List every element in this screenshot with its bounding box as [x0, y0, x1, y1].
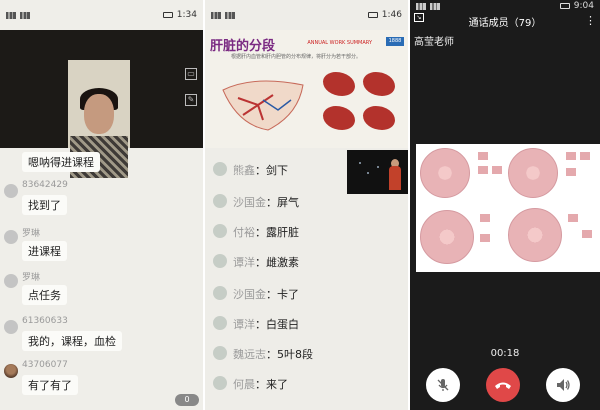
- avatar[interactable]: [213, 376, 227, 390]
- shared-slide[interactable]: 肝脏的分段 ANNUAL WORK SUMMARY 1888 根据肝内血管和肝内…: [205, 30, 408, 148]
- unread-counter[interactable]: 0: [175, 394, 199, 406]
- battery-icon: [559, 3, 570, 9]
- blood-smear-image: [420, 210, 474, 264]
- blood-smear-image: [508, 208, 562, 262]
- presenter-pip-video[interactable]: [347, 150, 408, 194]
- liver-image: [323, 72, 355, 96]
- message-line: 沙国金：卡了: [233, 288, 299, 301]
- speaker-name: 高莹老师: [414, 37, 454, 48]
- liver-image: [363, 106, 395, 130]
- chat-screen-middle: 1:46 肝脏的分段 ANNUAL WORK SUMMARY 1888 根据肝内…: [205, 0, 408, 410]
- message-line: 付裕：露肝脏: [233, 226, 299, 239]
- message-bubble: 有了有了: [22, 375, 78, 395]
- status-time: 9:04: [573, 1, 594, 11]
- slide-tag: ANNUAL WORK SUMMARY: [307, 40, 372, 46]
- avatar[interactable]: [213, 346, 227, 360]
- slide-badge: 1888: [386, 37, 404, 46]
- avatar[interactable]: [213, 286, 227, 300]
- call-members-title[interactable]: 通话成员（79）: [410, 14, 600, 29]
- blood-smear-image: [420, 148, 470, 198]
- status-bar: 9:04: [410, 0, 600, 12]
- more-icon[interactable]: ⋮: [585, 14, 596, 27]
- thumbnail: [478, 152, 488, 160]
- status-right: 1:46: [367, 10, 402, 20]
- status-signal: [6, 11, 30, 19]
- mic-off-icon: [437, 379, 449, 391]
- message-bubble: 嗯呐得进课程: [22, 152, 100, 172]
- thumbnail: [566, 168, 576, 176]
- speaker-icon: [557, 379, 570, 391]
- status-time: 1:46: [381, 10, 402, 20]
- speaker-button[interactable]: [546, 368, 580, 402]
- avatar[interactable]: [4, 184, 18, 198]
- shared-screen[interactable]: [416, 144, 600, 272]
- avatar[interactable]: [213, 316, 227, 330]
- hang-up-button[interactable]: [486, 368, 520, 402]
- screenshot-collage: 1:34 ▭ ✎ 嗯呐得进课程 83642429 找到了 罗琳 进课程 罗琳 点…: [0, 0, 600, 410]
- presenter-face: [84, 94, 114, 134]
- liver-image: [363, 72, 395, 96]
- presenter-body: [389, 166, 401, 190]
- blood-smear-image: [508, 148, 558, 198]
- status-bar: 1:34: [0, 0, 203, 30]
- liver-diagram: [222, 80, 304, 131]
- status-time: 1:34: [176, 10, 197, 20]
- status-signal: [416, 2, 440, 10]
- thumbnail: [566, 152, 576, 160]
- thumbnail: [478, 166, 488, 174]
- avatar[interactable]: [4, 230, 18, 244]
- message-line: 谭洋：白蛋白: [233, 318, 299, 331]
- slide-title: 肝脏的分段: [210, 39, 276, 54]
- mute-button[interactable]: [426, 368, 460, 402]
- thumbnail: [582, 230, 592, 238]
- battery-icon: [162, 12, 173, 18]
- message-line: 何晨：来了: [233, 378, 288, 391]
- message-line: 熊鑫：剑下: [233, 164, 288, 177]
- avatar[interactable]: [4, 274, 18, 288]
- status-right: 9:04: [559, 1, 594, 11]
- slide-subtitle: 根据肝内血管和肝内胆管的分布规律，将肝分为若干部分。: [231, 54, 362, 60]
- sender-name: 罗琳: [22, 273, 41, 283]
- status-bar: 1:46: [205, 0, 408, 30]
- sender-name: 83642429: [22, 180, 68, 190]
- sender-name: 罗琳: [22, 229, 41, 239]
- avatar[interactable]: [4, 364, 18, 378]
- status-signal: [211, 11, 235, 19]
- status-right: 1:34: [162, 10, 197, 20]
- presenter-video[interactable]: ▭ ✎: [0, 30, 203, 178]
- message-line: 谭洋：雌激素: [233, 256, 299, 269]
- phone-hangup-icon: [495, 382, 511, 389]
- thumbnail: [492, 166, 502, 174]
- liver-image: [323, 106, 355, 130]
- thumbnail: [568, 214, 578, 222]
- message-line: 魏远志：5叶8段: [233, 348, 313, 361]
- thumbnail: [480, 214, 490, 222]
- voice-call-screen: 9:04 ↘ 通话成员（79） ⋮ 高莹老师 00:18: [410, 0, 600, 410]
- avatar[interactable]: [213, 162, 227, 176]
- sender-name: 43706077: [22, 360, 68, 370]
- message-bubble: 进课程: [22, 241, 67, 261]
- message-bubble: 找到了: [22, 195, 67, 215]
- thumbnail: [480, 234, 490, 242]
- battery-icon: [367, 12, 378, 18]
- avatar[interactable]: [213, 254, 227, 268]
- thumbnail: [580, 152, 590, 160]
- avatar[interactable]: [213, 224, 227, 238]
- avatar[interactable]: [4, 320, 18, 334]
- sender-name: 61360633: [22, 316, 68, 326]
- message-line: 沙国金：屏气: [233, 196, 299, 209]
- call-timer: 00:18: [490, 348, 520, 359]
- avatar[interactable]: [213, 194, 227, 208]
- message-bubble: 我的，课程，血检: [22, 331, 122, 351]
- message-bubble: 点任务: [22, 285, 67, 305]
- screenshot-icon[interactable]: ▭: [185, 68, 197, 80]
- edit-icon[interactable]: ✎: [185, 94, 197, 106]
- chat-screen-left: 1:34 ▭ ✎ 嗯呐得进课程 83642429 找到了 罗琳 进课程 罗琳 点…: [0, 0, 203, 410]
